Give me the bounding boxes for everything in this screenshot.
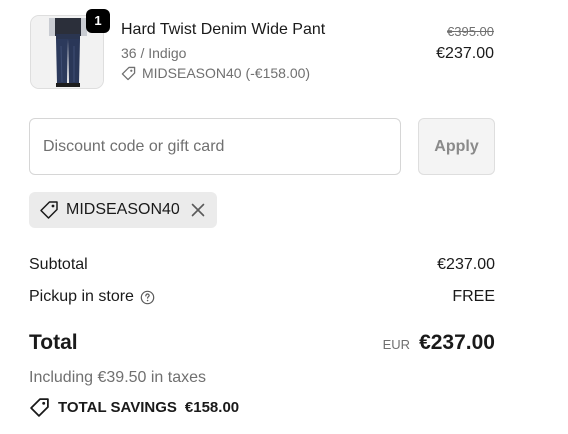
product-discount-label: MIDSEASON40 (-€158.00) bbox=[142, 65, 311, 81]
taxes-note: Including €39.50 in taxes bbox=[29, 369, 207, 386]
line-item: 1 Hard Twist Denim Wide Pant 36 / Indigo… bbox=[30, 9, 494, 89]
subtotal-row: Subtotal €237.00 bbox=[29, 256, 495, 274]
pickup-value: FREE bbox=[452, 288, 495, 305]
savings-amount: €158.00 bbox=[184, 399, 240, 416]
pickup-row: Pickup in store FREE bbox=[29, 288, 495, 306]
total-savings: TOTAL SAVINGS €158.00 bbox=[29, 397, 239, 418]
question-circle-icon[interactable] bbox=[140, 290, 155, 305]
close-icon bbox=[191, 203, 205, 217]
total-amount: €237.00 bbox=[419, 331, 495, 354]
applied-discount-chip: MIDSEASON40 bbox=[29, 192, 217, 228]
subtotal-label: Subtotal bbox=[29, 256, 88, 273]
savings-label: TOTAL SAVINGS bbox=[58, 399, 177, 416]
discount-code-input[interactable] bbox=[29, 118, 401, 175]
tag-icon bbox=[40, 201, 58, 219]
product-discount: MIDSEASON40 (-€158.00) bbox=[121, 65, 310, 81]
currency-code: EUR bbox=[382, 337, 411, 352]
remove-discount-button[interactable] bbox=[191, 203, 205, 217]
product-variant: 36 / Indigo bbox=[121, 45, 187, 61]
total-row: Total EUR €237.00 bbox=[29, 331, 495, 355]
product-name: Hard Twist Denim Wide Pant bbox=[121, 21, 326, 38]
applied-discount-code: MIDSEASON40 bbox=[66, 201, 180, 218]
pickup-label: Pickup in store bbox=[29, 288, 134, 305]
apply-button[interactable]: Apply bbox=[418, 118, 495, 175]
pickup-label-wrap: Pickup in store bbox=[29, 288, 155, 306]
subtotal-value: €237.00 bbox=[437, 256, 495, 273]
total-label: Total bbox=[29, 331, 78, 354]
sale-price: €237.00 bbox=[436, 45, 494, 62]
total-amount-wrap: EUR €237.00 bbox=[383, 331, 495, 355]
tag-icon bbox=[30, 398, 49, 417]
original-price: €395.00 bbox=[447, 24, 494, 39]
quantity-badge: 1 bbox=[86, 9, 110, 33]
tag-icon bbox=[121, 66, 136, 80]
